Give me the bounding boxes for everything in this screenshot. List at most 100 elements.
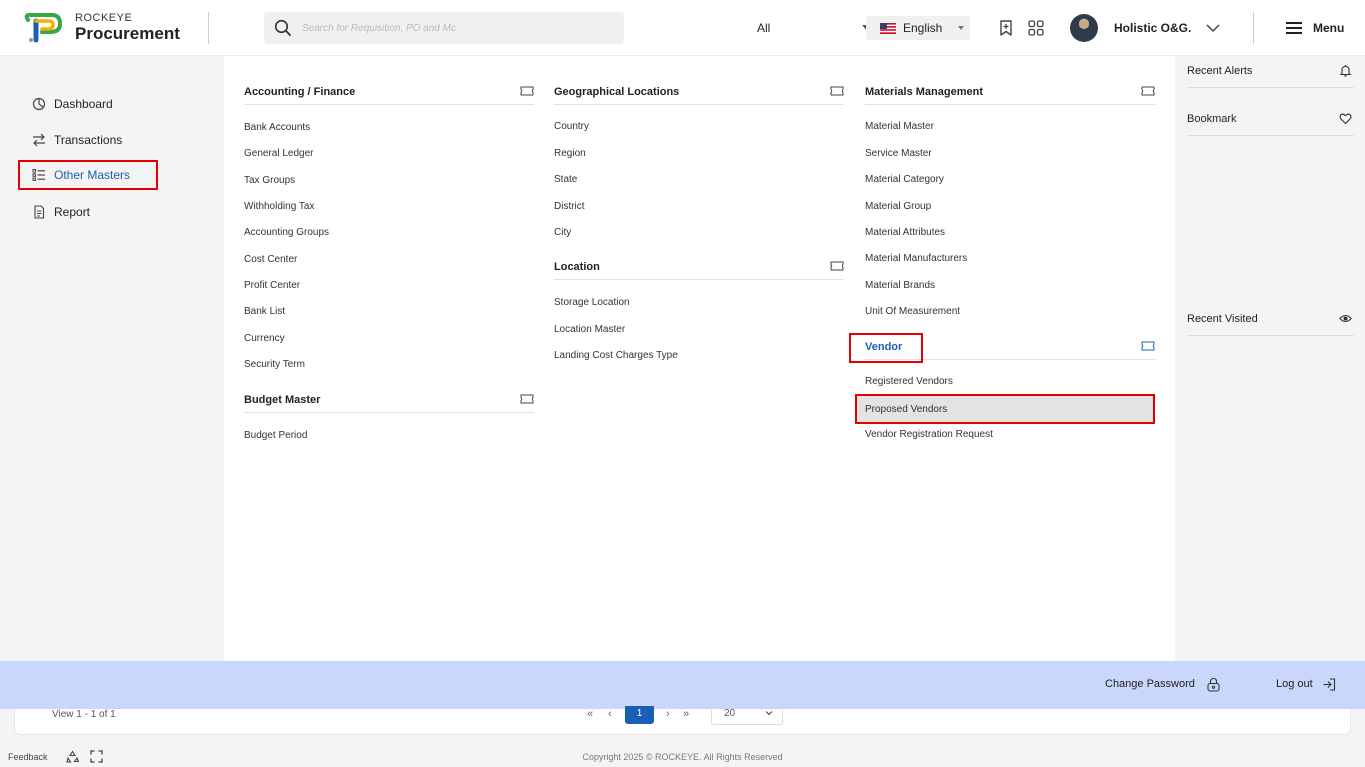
menu-link-currency[interactable]: Currency (244, 333, 285, 344)
list-icon (32, 169, 45, 181)
ticket-icon[interactable] (520, 86, 534, 96)
change-password-button[interactable]: Change Password (1105, 678, 1195, 690)
recent-alerts-label: Recent Alerts (1187, 65, 1253, 77)
section-title: Accounting / Finance (244, 86, 356, 98)
user-avatar[interactable] (1070, 14, 1098, 42)
menu-link-material-category[interactable]: Material Category (865, 174, 944, 185)
section-header-budget: Budget Master (244, 387, 534, 413)
menu-button[interactable]: Menu (1313, 21, 1344, 35)
user-name[interactable]: Holistic O&G. (1114, 21, 1191, 35)
ticket-icon[interactable] (1141, 86, 1155, 96)
menu-link-material-brands[interactable]: Material Brands (865, 280, 935, 291)
menu-link-profit-center[interactable]: Profit Center (244, 280, 300, 291)
page-size-select[interactable]: 20 (711, 706, 783, 725)
logout-button[interactable]: Log out (1276, 678, 1313, 690)
menu-link-state[interactable]: State (554, 174, 577, 185)
top-header: ROCKEYE Procurement All English (0, 0, 1365, 56)
header-divider (1253, 12, 1254, 44)
caret-down-icon (958, 26, 964, 30)
lock-icon[interactable] (1206, 677, 1221, 692)
menu-link-city[interactable]: City (554, 227, 571, 238)
brand-name: Procurement (75, 24, 180, 43)
section-header-accounting: Accounting / Finance (244, 79, 534, 105)
hamburger-menu-icon[interactable] (1285, 20, 1303, 36)
menu-link-bank-accounts[interactable]: Bank Accounts (244, 122, 310, 133)
search-input[interactable] (302, 18, 462, 38)
account-bottom-bar: Change Password Log out (0, 661, 1365, 709)
menu-item-proposed-vendors[interactable]: Proposed Vendors (855, 394, 1155, 424)
menu-link-bank-list[interactable]: Bank List (244, 306, 285, 317)
sidebar-item-label: Dashboard (54, 97, 113, 111)
bookmark-label: Bookmark (1187, 113, 1237, 125)
section-title: Materials Management (865, 86, 983, 98)
menu-link-material-manufacturers[interactable]: Material Manufacturers (865, 253, 967, 264)
prev-page-icon[interactable]: ‹ (608, 708, 612, 720)
menu-link-proposed-vendors[interactable]: Proposed Vendors (865, 404, 947, 415)
apps-grid-icon[interactable] (1027, 19, 1045, 37)
menu-link-district[interactable]: District (554, 201, 585, 212)
section-title: Location (554, 261, 600, 273)
menu-link-service-master[interactable]: Service Master (865, 148, 932, 159)
sidebar-item-transactions[interactable]: Transactions (18, 125, 158, 155)
current-page-button[interactable]: 1 (625, 706, 654, 724)
first-page-icon[interactable]: « (587, 708, 593, 720)
menu-link-material-group[interactable]: Material Group (865, 201, 931, 212)
heart-icon (1339, 113, 1352, 125)
ticket-icon[interactable] (830, 261, 844, 271)
recent-visited-section[interactable]: Recent Visited (1187, 304, 1354, 336)
dashboard-icon (32, 97, 46, 111)
menu-link-material-master[interactable]: Material Master (865, 121, 934, 132)
logout-icon[interactable] (1322, 677, 1337, 692)
us-flag-icon (880, 23, 896, 34)
menu-link-country[interactable]: Country (554, 121, 589, 132)
logo-mark-icon (24, 12, 63, 43)
bookmark-section[interactable]: Bookmark (1187, 104, 1354, 136)
menu-link-location-master[interactable]: Location Master (554, 324, 625, 335)
page-size-value: 20 (724, 708, 736, 719)
language-select[interactable]: English (866, 16, 970, 40)
last-page-icon[interactable]: » (683, 708, 689, 720)
search-icon[interactable] (274, 19, 292, 37)
recent-alerts-section[interactable]: Recent Alerts (1187, 56, 1354, 88)
menu-link-budget-period[interactable]: Budget Period (244, 430, 307, 441)
view-count-label: View 1 - 1 of 1 (52, 709, 116, 720)
sidebar-item-label: Report (54, 205, 91, 219)
menu-link-tax-groups[interactable]: Tax Groups (244, 175, 295, 186)
chevron-down-icon (765, 711, 773, 716)
menu-link-registered-vendors[interactable]: Registered Vendors (865, 376, 953, 387)
search-scope-select[interactable]: All (745, 16, 884, 40)
menu-link-storage-location[interactable]: Storage Location (554, 297, 630, 308)
menu-link-security-term[interactable]: Security Term (244, 359, 305, 370)
section-header-geo: Geographical Locations (554, 79, 844, 105)
brand-logo[interactable]: ROCKEYE Procurement (22, 10, 202, 46)
menu-link-cost-center[interactable]: Cost Center (244, 254, 297, 265)
right-panel: Recent Alerts Bookmark Recent Visited (1175, 56, 1365, 661)
header-divider (208, 12, 209, 44)
vendor-highlight-box (849, 333, 923, 363)
section-title: Budget Master (244, 394, 321, 406)
sidebar-item-other-masters[interactable]: Other Masters (18, 160, 158, 190)
ticket-icon[interactable] (520, 394, 534, 404)
chevron-down-icon[interactable] (1205, 20, 1221, 36)
bookmark-add-icon[interactable] (997, 19, 1015, 37)
sidebar-item-dashboard[interactable]: Dashboard (18, 89, 158, 119)
ticket-icon[interactable] (1141, 341, 1155, 351)
menu-link-unit-of-measurement[interactable]: Unit Of Measurement (865, 306, 960, 317)
menu-link-general-ledger[interactable]: General Ledger (244, 148, 314, 159)
next-page-icon[interactable]: › (666, 708, 670, 720)
menu-link-accounting-groups[interactable]: Accounting Groups (244, 227, 329, 238)
section-header-materials: Materials Management (865, 79, 1155, 105)
bell-icon (1339, 65, 1352, 77)
menu-link-landing-cost-charges-type[interactable]: Landing Cost Charges Type (554, 350, 678, 361)
sidebar-item-report[interactable]: Report (18, 197, 158, 227)
language-label: English (903, 21, 943, 35)
menu-link-region[interactable]: Region (554, 148, 586, 159)
transfer-icon (33, 133, 45, 147)
recent-visited-label: Recent Visited (1187, 313, 1258, 325)
copyright-text: Copyright 2025 © ROCKEYE. All Rights Res… (582, 752, 783, 762)
ticket-icon[interactable] (830, 86, 844, 96)
other-masters-mega-menu: Accounting / Finance Bank Accounts Gener… (224, 56, 1175, 661)
menu-link-withholding-tax[interactable]: Withholding Tax (244, 201, 314, 212)
menu-link-material-attributes[interactable]: Material Attributes (865, 227, 945, 238)
menu-link-vendor-registration-request[interactable]: Vendor Registration Request (865, 429, 993, 440)
